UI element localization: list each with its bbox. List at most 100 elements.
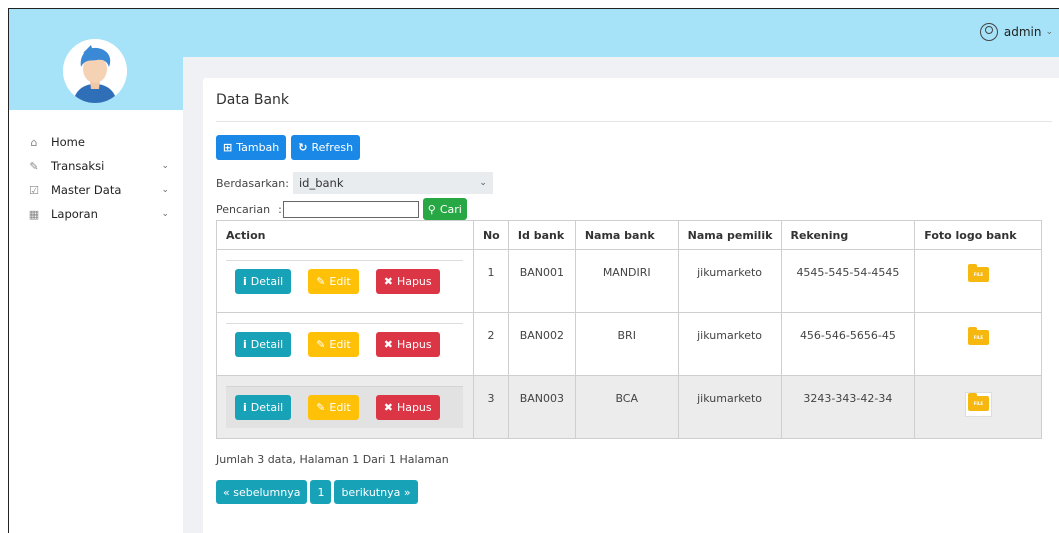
info-icon: i bbox=[243, 338, 247, 351]
file-icon-label: FILE bbox=[973, 335, 984, 340]
sidebar-item-label: Home bbox=[51, 135, 85, 149]
cell-foto-logo: FILE bbox=[914, 312, 1042, 376]
search-icon: ⚲ bbox=[427, 202, 436, 216]
table-summary: Jumlah 3 data, Halaman 1 Dari 1 Halaman bbox=[216, 453, 449, 466]
refresh-button[interactable]: ↻ Refresh bbox=[291, 135, 361, 160]
cell-nama-pemilik: jikumarketo bbox=[677, 375, 782, 439]
cell-nama-pemilik: jikumarketo bbox=[677, 249, 782, 313]
column-header-rekening: Rekening bbox=[780, 220, 916, 250]
cell-id-bank: BAN003 bbox=[507, 375, 576, 439]
edit-button[interactable]: ✎ Edit bbox=[308, 332, 359, 357]
avatar[interactable] bbox=[63, 39, 127, 103]
cell-rekening: 3243-343-42-34 bbox=[780, 375, 916, 439]
info-icon: i bbox=[243, 275, 247, 288]
sidebar-item-laporan[interactable]: ▦ Laporan ⌄ bbox=[9, 202, 183, 226]
column-header-id-bank: Id bank bbox=[507, 220, 576, 250]
cell-foto-logo: FILE bbox=[914, 249, 1042, 313]
cell-rekening: 4545-545-54-4545 bbox=[780, 249, 916, 313]
edit-label: Edit bbox=[329, 338, 351, 351]
content-card: Data Bank ⊞ Tambah ↻ Refresh Berdasarkan… bbox=[203, 78, 1059, 533]
page-title: Data Bank bbox=[216, 92, 1052, 122]
search-colon: : bbox=[278, 202, 282, 216]
edit-icon: ☑ bbox=[29, 183, 39, 197]
detail-label: Detail bbox=[250, 338, 284, 351]
plus-icon: ⊞ bbox=[223, 141, 233, 154]
cell-rekening: 456-546-5656-45 bbox=[780, 312, 916, 376]
next-page-button[interactable]: berikutnya » bbox=[334, 480, 418, 504]
info-icon: i bbox=[243, 401, 247, 414]
cell-no: 2 bbox=[472, 312, 509, 376]
delete-button[interactable]: ✖ Hapus bbox=[375, 332, 440, 357]
user-menu[interactable]: admin ⌄ bbox=[979, 23, 1053, 41]
detail-button[interactable]: i Detail bbox=[235, 395, 292, 420]
search-button[interactable]: ⚲ Cari bbox=[422, 198, 467, 220]
add-button-label: Tambah bbox=[236, 141, 280, 154]
user-name: admin bbox=[1003, 25, 1042, 39]
chevron-down-icon: ⌄ bbox=[161, 185, 169, 195]
search-row: Pencarian : ⚲ Cari bbox=[216, 198, 1049, 220]
delete-label: Hapus bbox=[396, 401, 432, 414]
cell-nama-bank: BCA bbox=[574, 375, 679, 439]
column-header-foto-logo: Foto logo bank bbox=[914, 220, 1042, 250]
delete-button[interactable]: ✖ Hapus bbox=[375, 269, 440, 294]
edit-button[interactable]: ✎ Edit bbox=[308, 269, 359, 294]
edit-label: Edit bbox=[329, 275, 351, 288]
calendar-icon: ▦ bbox=[28, 207, 40, 221]
close-icon: ✖ bbox=[383, 275, 393, 288]
cell-foto-logo: FILE bbox=[914, 375, 1042, 439]
detail-button[interactable]: i Detail bbox=[235, 269, 292, 294]
add-button[interactable]: ⊞ Tambah bbox=[216, 135, 287, 160]
file-icon-label: FILE bbox=[973, 272, 984, 277]
filter-by-select[interactable]: id_bank ⌄ bbox=[292, 172, 493, 194]
column-header-nama-pemilik: Nama pemilik bbox=[677, 220, 782, 250]
previous-page-button[interactable]: « sebelumnya bbox=[216, 480, 308, 504]
chevron-down-icon: ⌄ bbox=[479, 178, 487, 188]
sidebar: ⌂ Home ✎ Transaksi ⌄ ☑ Master Data ⌄ ▦ L… bbox=[9, 9, 183, 533]
file-frame: FILE bbox=[964, 392, 992, 417]
edit-button[interactable]: ✎ Edit bbox=[308, 395, 359, 420]
search-label: Pencarian bbox=[216, 202, 271, 216]
sidebar-item-label: Transaksi bbox=[51, 159, 105, 173]
sidebar-item-transaksi[interactable]: ✎ Transaksi ⌄ bbox=[9, 154, 183, 178]
sidebar-item-label: Master Data bbox=[51, 183, 122, 197]
refresh-icon: ↻ bbox=[298, 141, 308, 154]
toolbar: ⊞ Tambah ↻ Refresh bbox=[216, 135, 1049, 160]
file-folder-icon[interactable]: FILE bbox=[967, 393, 989, 411]
detail-button[interactable]: i Detail bbox=[235, 332, 292, 357]
app-window: ⌂ Home ✎ Transaksi ⌄ ☑ Master Data ⌄ ▦ L… bbox=[8, 8, 1059, 533]
action-cell: i Detail ✎ Edit ✖ Hapus bbox=[216, 312, 474, 376]
page-1-button[interactable]: 1 bbox=[310, 480, 332, 504]
search-input[interactable] bbox=[282, 200, 419, 218]
cell-no: 1 bbox=[472, 249, 509, 313]
pagination: « sebelumnya 1 berikutnya » bbox=[216, 480, 1049, 504]
cell-nama-pemilik: jikumarketo bbox=[677, 312, 782, 376]
sidebar-item-home[interactable]: ⌂ Home bbox=[9, 130, 183, 154]
sidebar-header bbox=[9, 9, 183, 110]
chevron-down-icon: ⌄ bbox=[161, 209, 169, 219]
user-icon bbox=[979, 23, 998, 41]
top-bar: admin ⌄ bbox=[183, 9, 1059, 57]
cell-nama-bank: BRI bbox=[574, 312, 679, 376]
close-icon: ✖ bbox=[383, 401, 393, 414]
file-folder-icon[interactable]: FILE bbox=[967, 327, 989, 345]
edit-icon: ✎ bbox=[316, 401, 326, 414]
detail-label: Detail bbox=[250, 275, 284, 288]
action-cell: i Detail ✎ Edit ✖ Hapus bbox=[216, 375, 474, 439]
column-header-no: No bbox=[472, 220, 509, 250]
close-icon: ✖ bbox=[383, 338, 393, 351]
action-group: i Detail ✎ Edit ✖ Hapus bbox=[226, 260, 463, 302]
chevron-down-icon: ⌄ bbox=[161, 161, 169, 171]
pencil-icon: ✎ bbox=[29, 159, 39, 173]
delete-label: Hapus bbox=[396, 275, 432, 288]
file-folder-icon[interactable]: FILE bbox=[967, 264, 989, 282]
refresh-button-label: Refresh bbox=[311, 141, 354, 154]
cell-id-bank: BAN002 bbox=[507, 312, 576, 376]
column-header-action: Action bbox=[216, 220, 474, 250]
sidebar-nav: ⌂ Home ✎ Transaksi ⌄ ☑ Master Data ⌄ ▦ L… bbox=[9, 110, 183, 226]
home-icon: ⌂ bbox=[30, 135, 38, 149]
detail-label: Detail bbox=[250, 401, 284, 414]
table-row: i Detail ✎ Edit ✖ Hapus 2 BAN002 BRI jikuma… bbox=[216, 312, 1042, 376]
sidebar-item-master-data[interactable]: ☑ Master Data ⌄ bbox=[9, 178, 183, 202]
filter-by-label: Berdasarkan: bbox=[216, 176, 289, 190]
delete-button[interactable]: ✖ Hapus bbox=[375, 395, 440, 420]
